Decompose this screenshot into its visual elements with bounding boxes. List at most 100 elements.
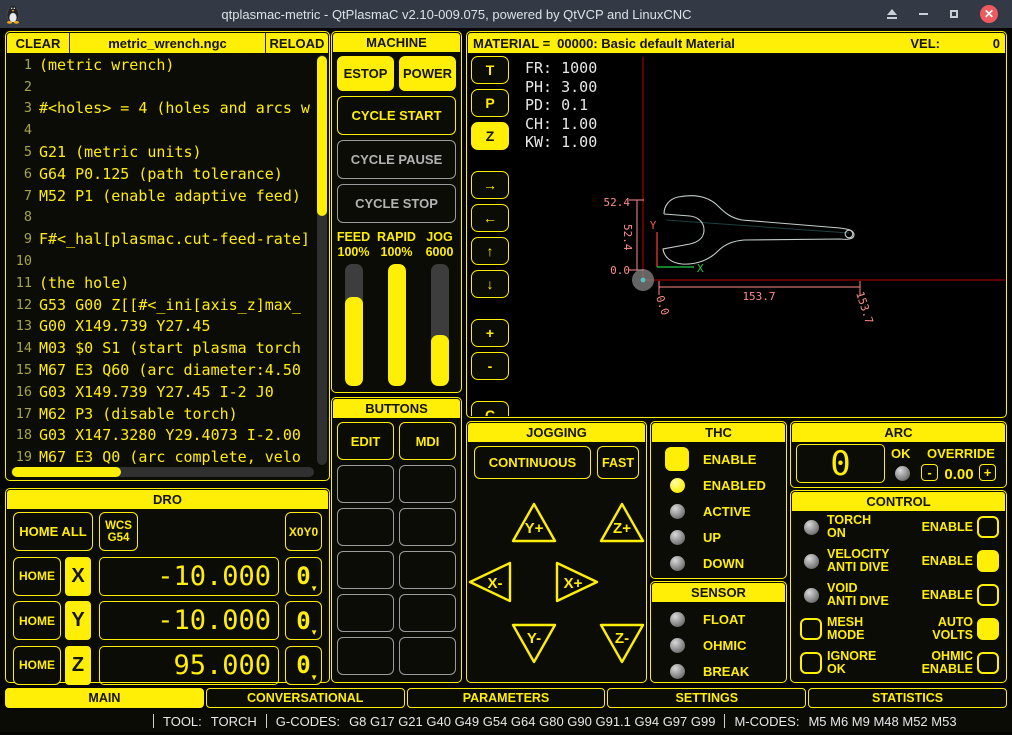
led-indicator <box>670 612 685 627</box>
window-title: qtplasmac-metric - QtPlasmaC v2.10-009.0… <box>26 7 887 22</box>
override-value: 100% <box>338 245 370 260</box>
dim-zero-x-label: 0.0 <box>653 294 672 317</box>
user-button-empty <box>337 465 394 503</box>
tab-main[interactable]: MAIN <box>5 688 204 708</box>
view-z-button[interactable]: Z <box>471 122 509 150</box>
pan-down-button[interactable]: ↓ <box>471 270 509 298</box>
mesh-mode-enable-checkbox[interactable] <box>977 618 999 640</box>
view-t-button[interactable]: T <box>471 56 509 84</box>
close-icon[interactable]: ✕ <box>980 5 998 23</box>
material-value[interactable]: 00000: Basic default Material <box>557 36 735 51</box>
view-p-button[interactable]: P <box>471 89 509 117</box>
checkbox-indicator[interactable] <box>800 652 822 674</box>
zoom-in-button[interactable]: + <box>471 319 509 347</box>
vertical-scroll-thumb[interactable] <box>317 56 327 216</box>
gcode-line-number: 3 <box>10 100 32 116</box>
tab-statistics[interactable]: STATISTICS <box>808 688 1007 708</box>
gcode-line: 19M67 E3 Q0 (arc complete, velo <box>10 446 315 466</box>
machine-panel: MACHINE ESTOP POWER CYCLE START CYCLE PA… <box>331 31 462 393</box>
wcs-button[interactable]: WCSG54 <box>99 512 138 551</box>
ignore-ok-label: IGNOREOK <box>827 650 876 676</box>
gcode-text: #<holes> = 4 (holes and arcs w <box>39 99 310 117</box>
home-all-button[interactable]: HOME ALL <box>13 512 93 551</box>
preview-plot[interactable]: TPZ→←↑↓+-C FR: 1000PH: 3.00PD: 0.1CH: 1.… <box>468 54 1005 416</box>
jog-x-minus-button[interactable]: X- <box>467 561 513 603</box>
gcode-line-number: 16 <box>10 384 32 400</box>
axis-z-button[interactable]: Z <box>65 646 91 685</box>
jog-z-plus-button[interactable]: Z+ <box>599 501 645 543</box>
arc-override-label: OVERRIDE <box>927 446 995 461</box>
checkbox-indicator[interactable] <box>800 618 822 640</box>
thc-enable-checkbox[interactable] <box>664 447 690 471</box>
zoom-out-button[interactable]: - <box>471 352 509 380</box>
home-x-button[interactable]: HOME <box>13 557 61 596</box>
gcode-vertical-scrollbar[interactable] <box>317 55 327 465</box>
override-minus-button[interactable]: - <box>921 464 938 481</box>
override-jog: JOG6000 <box>418 230 461 386</box>
tab-parameters[interactable]: PARAMETERS <box>407 688 606 708</box>
gcodes-value: G8 G17 G21 G40 G49 G54 G64 G80 G90 G91.1… <box>349 714 715 729</box>
gcode-horizontal-scrollbar[interactable] <box>11 467 314 477</box>
reload-button[interactable]: RELOAD <box>266 33 328 53</box>
maximize-icon[interactable] <box>950 10 958 18</box>
void-anti-dive-enable-checkbox[interactable] <box>977 584 999 606</box>
gcode-listing[interactable]: 1(metric wrench)23#<holes> = 4 (holes an… <box>10 54 315 466</box>
sensor-break-led <box>664 664 690 679</box>
user-button-edit[interactable]: EDIT <box>337 422 394 460</box>
jog-x-plus-button[interactable]: X+ <box>554 561 600 603</box>
jog-y-plus-button[interactable]: Y+ <box>511 501 557 543</box>
cycle-pause-button[interactable]: CYCLE PAUSE <box>337 140 456 179</box>
estop-button[interactable]: ESTOP <box>337 56 394 91</box>
cycle-stop-button[interactable]: CYCLE STOP <box>337 184 456 223</box>
arc-panel: ARC 0 OK OVERRIDE - 0.00 + <box>790 421 1007 488</box>
minimize-icon[interactable] <box>919 13 928 15</box>
slider-fill <box>388 264 406 386</box>
dro-row-y: HOMEY-10.0000▼ <box>13 601 322 640</box>
tab-conversational[interactable]: CONVERSATIONAL <box>206 688 405 708</box>
pan-up-button[interactable]: ↑ <box>471 237 509 265</box>
jog-continuous-button[interactable]: CONTINUOUS <box>474 446 591 479</box>
velocity-anti-dive-right-label: ENABLE <box>922 555 973 568</box>
override-plus-button[interactable]: + <box>979 464 996 481</box>
torch-on-enable-checkbox[interactable] <box>977 516 999 538</box>
jog-y-minus-button[interactable]: Y- <box>511 623 557 665</box>
gcode-line: 15M67 E3 Q60 (arc diameter:4.50 <box>10 359 315 381</box>
tab-settings[interactable]: SETTINGS <box>607 688 806 708</box>
clear-button[interactable]: CLEAR <box>7 33 69 53</box>
tool-value: TORCH <box>211 714 257 729</box>
gcode-line-number: 4 <box>10 122 32 138</box>
horizontal-scroll-thumb[interactable] <box>12 467 121 477</box>
pan-left-button[interactable]: ← <box>471 204 509 232</box>
override-value: 100% <box>381 245 413 260</box>
thc-row-label: DOWN <box>703 556 744 571</box>
cycle-start-button[interactable]: CYCLE START <box>337 96 456 135</box>
velocity-anti-dive-enable-checkbox[interactable] <box>977 550 999 572</box>
zero-x-button[interactable]: 0▼ <box>285 557 322 596</box>
zero-z-button[interactable]: 0▼ <box>285 646 322 685</box>
feed-slider[interactable] <box>345 264 363 386</box>
axis-x-button[interactable]: X <box>65 557 91 596</box>
ignore-ok-checkbox[interactable] <box>798 652 824 674</box>
home-y-button[interactable]: HOME <box>13 601 61 640</box>
power-button[interactable]: POWER <box>399 56 456 91</box>
user-button-mdi[interactable]: MDI <box>399 422 456 460</box>
shade-icon[interactable] <box>887 9 897 19</box>
machine-panel-title: MACHINE <box>333 33 460 52</box>
gcode-line: 11(the hole) <box>10 272 315 294</box>
ignore-ok-enable-checkbox[interactable] <box>977 652 999 674</box>
gcode-line: 1(metric wrench) <box>10 54 315 76</box>
home-z-button[interactable]: HOME <box>13 646 61 685</box>
mesh-mode-checkbox[interactable] <box>798 618 824 640</box>
clear-plot-button[interactable]: C <box>471 401 509 416</box>
thc-panel-title: THC <box>652 423 785 442</box>
pan-right-button[interactable]: → <box>471 171 509 199</box>
jog-slider[interactable] <box>431 264 449 386</box>
mesh-mode-label: MESHMODE <box>827 616 865 642</box>
gcode-text: M03 $0 S1 (start plasma torch <box>39 339 301 357</box>
x0y0-button[interactable]: X0Y0 <box>285 512 322 551</box>
jog-fast-button[interactable]: FAST <box>597 446 639 479</box>
zero-y-button[interactable]: 0▼ <box>285 601 322 640</box>
jog-z-minus-button[interactable]: Z- <box>599 623 645 665</box>
rapid-slider[interactable] <box>388 264 406 386</box>
axis-y-button[interactable]: Y <box>65 601 91 640</box>
